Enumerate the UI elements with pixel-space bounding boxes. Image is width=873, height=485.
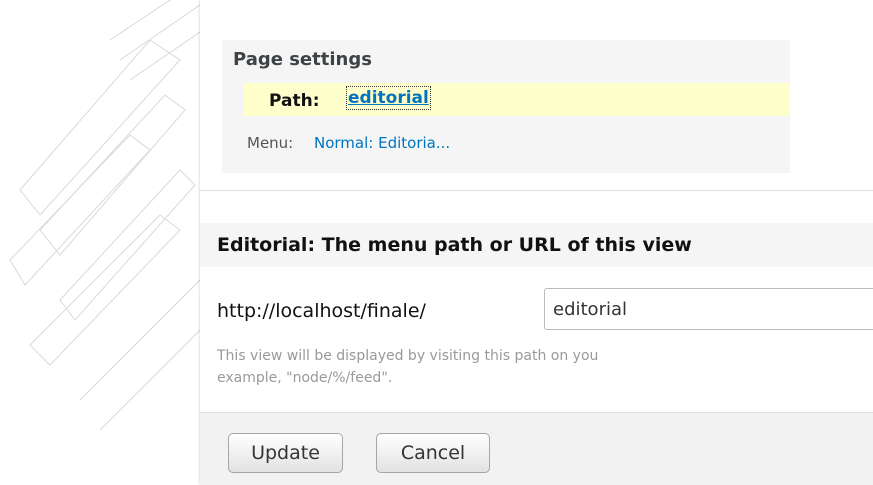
section-header: Editorial: The menu path or URL of this … [200, 223, 873, 267]
path-label: Path: [269, 91, 320, 111]
path-setting-row: Path: editorial [244, 83, 790, 116]
path-input[interactable] [544, 288, 873, 330]
form-actions: Update Cancel [200, 412, 873, 485]
view-settings-panel: Page settings Path: editorial Menu: Norm… [200, 0, 873, 485]
section-divider [200, 190, 873, 191]
help-text-line: This view will be displayed by visiting … [217, 348, 599, 364]
menu-value-link[interactable]: Normal: Editoria... [314, 134, 450, 152]
watermark-decoration [9, 0, 200, 431]
url-prefix-label: http://localhost/finale/ [217, 300, 426, 322]
menu-label: Menu: [247, 134, 294, 152]
page-settings-box: Page settings Path: editorial Menu: Norm… [222, 40, 790, 173]
path-help-text: This view will be displayed by visiting … [217, 345, 873, 389]
path-value-link[interactable]: editorial [346, 86, 431, 110]
page-settings-title: Page settings [233, 49, 372, 70]
section-title: Editorial: The menu path or URL of this … [217, 234, 692, 256]
update-button[interactable]: Update [228, 433, 343, 473]
help-text-line: example, "node/%/feed". [217, 370, 393, 386]
cancel-button[interactable]: Cancel [376, 433, 490, 473]
